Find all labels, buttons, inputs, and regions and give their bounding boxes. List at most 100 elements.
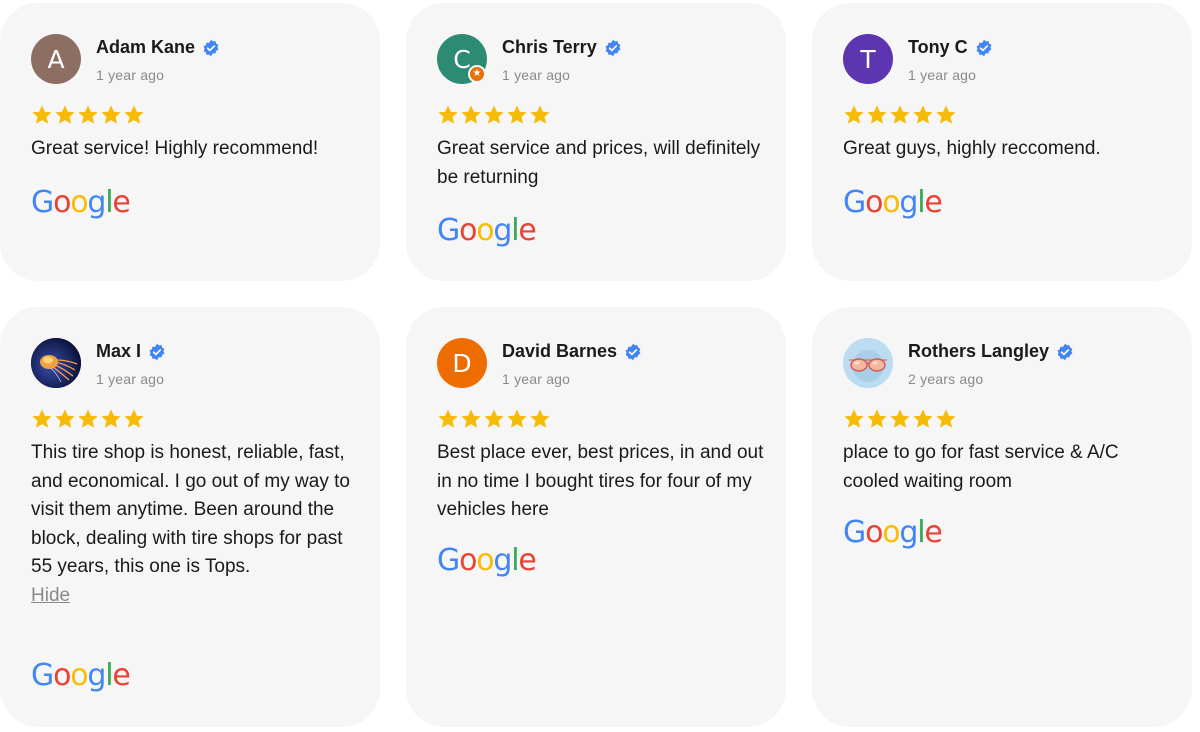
verified-badge-icon bbox=[625, 343, 641, 360]
star-icon bbox=[484, 105, 504, 124]
star-icon bbox=[78, 105, 98, 124]
google-logo-letter: g bbox=[899, 185, 918, 220]
google-logo[interactable]: Google bbox=[31, 185, 131, 220]
star-icon bbox=[55, 105, 75, 124]
google-logo-letter: e bbox=[112, 185, 130, 220]
review-date: 1 year ago bbox=[502, 67, 571, 83]
google-logo-letter: g bbox=[87, 658, 106, 693]
jellyfish-photo bbox=[31, 338, 81, 388]
review-card: D David Barnes 1 year ago Best place eve… bbox=[406, 307, 786, 727]
review-date: 1 year ago bbox=[502, 371, 571, 387]
star-icon bbox=[507, 409, 527, 428]
star-icon bbox=[530, 409, 550, 428]
verified-badge-icon bbox=[1057, 343, 1073, 360]
reviewer-name-row: Adam Kane bbox=[96, 37, 220, 58]
review-card: Max I 1 year ago This tire shop is hones… bbox=[0, 307, 380, 727]
review-text: Best place ever, best prices, in and out… bbox=[437, 442, 764, 521]
review-date: 1 year ago bbox=[96, 371, 165, 387]
google-logo-letter: G bbox=[843, 515, 866, 550]
avatar[interactable]: D bbox=[437, 338, 487, 388]
google-logo-letter: g bbox=[87, 185, 106, 220]
google-logo-letter: o bbox=[476, 213, 494, 248]
reviewer-name[interactable]: Max I bbox=[96, 341, 141, 362]
google-logo-letter: o bbox=[476, 543, 494, 578]
star-rating bbox=[437, 104, 551, 126]
star-icon bbox=[890, 105, 910, 124]
star-icon bbox=[461, 105, 481, 124]
star-icon bbox=[32, 409, 52, 428]
google-logo-letter: o bbox=[882, 185, 900, 220]
star-rating bbox=[31, 408, 145, 430]
review-text: Great guys, highly reccomend. bbox=[843, 138, 1101, 159]
google-logo-letter: l bbox=[105, 658, 113, 693]
star-icon bbox=[844, 409, 864, 428]
star-rating bbox=[437, 408, 551, 430]
google-logo-letter: o bbox=[53, 658, 71, 693]
google-logo-letter: o bbox=[70, 658, 88, 693]
reviewer-name[interactable]: Tony C bbox=[908, 37, 968, 58]
reviewer-name-row: Max I bbox=[96, 341, 166, 362]
star-icon bbox=[913, 105, 933, 124]
avatar[interactable] bbox=[843, 338, 893, 388]
reviewer-name[interactable]: Adam Kane bbox=[96, 37, 195, 58]
verified-badge-icon bbox=[203, 39, 219, 56]
google-logo-letter: l bbox=[917, 185, 925, 220]
google-logo-letter: e bbox=[924, 515, 942, 550]
review-text: Great service! Highly recommend! bbox=[31, 138, 319, 159]
review-date: 1 year ago bbox=[96, 67, 165, 83]
star-icon bbox=[101, 409, 121, 428]
google-logo-letter: e bbox=[518, 213, 536, 248]
review-text: Great service and prices, will definitel… bbox=[437, 138, 761, 188]
google-logo-letter: G bbox=[31, 185, 54, 220]
star-rating bbox=[31, 104, 145, 126]
star-icon bbox=[913, 409, 933, 428]
google-logo-letter: g bbox=[493, 543, 512, 578]
google-logo-letter: o bbox=[459, 213, 477, 248]
sunglasses-photo bbox=[843, 338, 893, 388]
review-card: A Adam Kane 1 year ago Great service! Hi… bbox=[0, 3, 380, 281]
star-icon bbox=[124, 105, 144, 124]
hide-link[interactable]: Hide bbox=[31, 582, 366, 611]
google-logo-letter: G bbox=[843, 185, 866, 220]
review-card: C ★ Chris Terry 1 year ago Great service… bbox=[406, 3, 786, 281]
google-logo-letter: l bbox=[105, 185, 113, 220]
avatar[interactable]: T bbox=[843, 34, 893, 84]
reviewer-name-row: Tony C bbox=[908, 37, 993, 58]
google-logo-letter: g bbox=[493, 213, 512, 248]
reviewer-name[interactable]: Chris Terry bbox=[502, 37, 597, 58]
verified-badge-icon bbox=[149, 343, 165, 360]
review-card: Rothers Langley 2 years ago place to go … bbox=[812, 307, 1192, 727]
google-logo-letter: G bbox=[31, 658, 54, 693]
star-icon bbox=[844, 105, 864, 124]
star-icon bbox=[55, 409, 75, 428]
reviewer-name-row: Chris Terry bbox=[502, 37, 622, 58]
star-icon bbox=[32, 105, 52, 124]
google-logo-letter: e bbox=[924, 185, 942, 220]
google-logo-letter: o bbox=[53, 185, 71, 220]
google-logo-letter: o bbox=[865, 515, 883, 550]
star-icon bbox=[438, 105, 458, 124]
google-logo-letter: l bbox=[917, 515, 925, 550]
star-icon bbox=[867, 409, 887, 428]
star-rating bbox=[843, 104, 957, 126]
google-logo[interactable]: Google bbox=[843, 185, 943, 220]
star-icon bbox=[438, 409, 458, 428]
reviewer-name[interactable]: Rothers Langley bbox=[908, 341, 1049, 362]
google-logo-letter: o bbox=[882, 515, 900, 550]
avatar[interactable] bbox=[31, 338, 81, 388]
star-icon bbox=[867, 105, 887, 124]
google-logo[interactable]: Google bbox=[437, 543, 537, 578]
google-logo[interactable]: Google bbox=[437, 213, 537, 248]
reviewer-name[interactable]: David Barnes bbox=[502, 341, 617, 362]
google-logo-letter: G bbox=[437, 213, 460, 248]
google-logo-letter: g bbox=[899, 515, 918, 550]
reviewer-name-row: David Barnes bbox=[502, 341, 642, 362]
avatar[interactable]: A bbox=[31, 34, 81, 84]
star-icon bbox=[936, 409, 956, 428]
google-logo[interactable]: Google bbox=[31, 658, 131, 693]
review-text: This tire shop is honest, reliable, fast… bbox=[31, 442, 350, 578]
google-logo[interactable]: Google bbox=[843, 515, 943, 550]
review-date: 2 years ago bbox=[908, 371, 984, 387]
google-logo-letter: o bbox=[70, 185, 88, 220]
star-icon bbox=[530, 105, 550, 124]
